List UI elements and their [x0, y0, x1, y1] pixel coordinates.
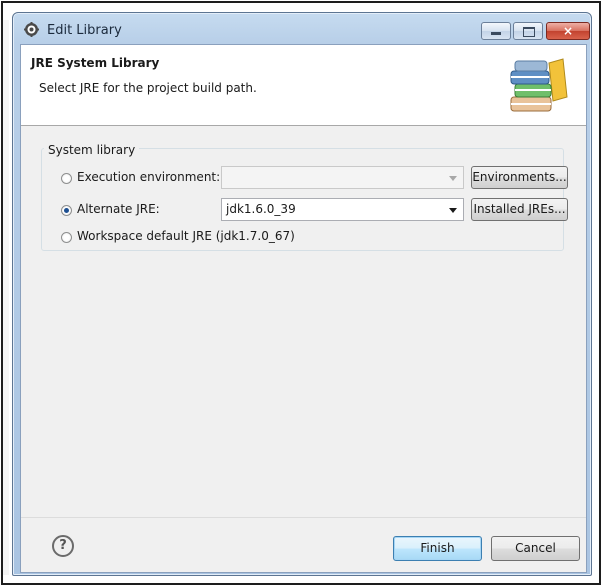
- books-icon: [510, 58, 568, 112]
- alternate-jre-value: jdk1.6.0_39: [226, 202, 296, 216]
- window-title: Edit Library: [47, 23, 122, 38]
- eclipse-gear-icon[interactable]: [24, 22, 39, 37]
- close-button[interactable]: ×: [546, 22, 590, 40]
- radio-workspace-default-jre[interactable]: [61, 232, 72, 243]
- dialog-client-area: JRE System Library Select JRE for the pr…: [20, 44, 587, 573]
- cancel-button[interactable]: Cancel: [491, 536, 580, 561]
- radio-alternate-jre[interactable]: [61, 205, 72, 216]
- maximize-button[interactable]: [513, 22, 543, 40]
- background-window-edge: [3, 20, 9, 575]
- close-icon: ×: [562, 24, 574, 38]
- edit-library-dialog: Edit Library × JRE System Library Select…: [12, 12, 592, 576]
- alternate-jre-label: Alternate JRE:: [77, 202, 160, 216]
- installed-jres-button[interactable]: Installed JREs...: [471, 198, 568, 221]
- minimize-button[interactable]: [481, 22, 511, 40]
- chevron-down-icon: [449, 176, 457, 181]
- banner-description: Select JRE for the project build path.: [39, 81, 257, 95]
- execution-environment-combo[interactable]: [221, 166, 464, 189]
- workspace-default-jre-label: Workspace default JRE (jdk1.7.0_67): [77, 229, 295, 243]
- banner-title: JRE System Library: [31, 56, 160, 70]
- help-icon[interactable]: ?: [52, 535, 74, 557]
- title-bar[interactable]: Edit Library ×: [13, 13, 591, 43]
- footer-separator: [21, 517, 586, 518]
- execution-environment-label: Execution environment:: [77, 170, 221, 184]
- radio-execution-environment[interactable]: [61, 173, 72, 184]
- maximize-icon: [523, 27, 535, 37]
- chevron-down-icon: [449, 208, 457, 213]
- group-label: System library: [44, 143, 140, 157]
- alternate-jre-combo[interactable]: jdk1.6.0_39: [221, 198, 464, 221]
- minimize-icon: [491, 32, 501, 35]
- finish-button[interactable]: Finish: [393, 536, 482, 561]
- banner: JRE System Library Select JRE for the pr…: [21, 45, 586, 126]
- environments-button[interactable]: Environments...: [471, 166, 568, 189]
